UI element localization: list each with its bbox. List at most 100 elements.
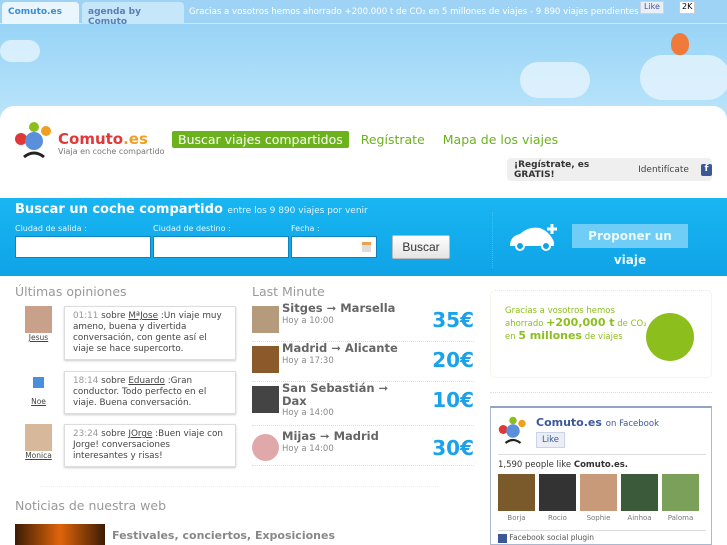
fan-name: Paloma [667,514,694,522]
last-minute-item[interactable]: San Sebastián ➞ Dax Hoy a 14:00 10€ [252,382,474,426]
fan-photo [498,474,535,511]
trip-route: San Sebastián ➞ Dax [282,381,389,408]
last-minute-item[interactable]: Mijas ➞ Madrid Hoy a 14:00 30€ [252,430,474,466]
driver-avatar [252,346,279,373]
facebook-icon[interactable]: f [700,163,712,176]
trip-route: Madrid ➞ Alicante [282,341,398,355]
top-bar: Comuto.es agenda by Comuto Gracias a vos… [0,0,727,27]
co2-line: ahorrado [505,319,544,329]
to-input[interactable] [153,236,289,258]
register-link[interactable]: ¡Regístrate, es GRATIS! [514,160,624,180]
fan-photo [621,474,658,511]
fan-name: Sophie [586,514,611,522]
trip-time: Hoy a 14:00 [282,408,334,418]
fan[interactable]: Borja [498,474,535,522]
opinion-user[interactable]: Monica [24,451,53,460]
divider [40,486,440,487]
search-panel: Buscar un coche compartido entre los 9 8… [0,198,727,276]
facebook-like-button[interactable]: Like [536,432,565,448]
fan-photo [539,474,576,511]
avatar[interactable] [25,306,52,333]
co2-message: Gracias a vosotros hemos ahorrado +200.0… [189,7,639,17]
fan[interactable]: Rocio [539,474,576,522]
comuto-logo-icon [15,122,51,159]
opinion-target[interactable]: Eduardo [128,376,165,386]
propose-trip-button[interactable]: Proponer un viaje [572,224,688,267]
facebook-icon [498,533,507,543]
trip-time: Hoy a 14:00 [282,444,334,454]
fan[interactable]: Paloma [662,474,699,522]
co2-highlight: 5 millones [518,329,582,342]
login-link[interactable]: Identifícate [638,165,689,175]
fan-name: Borja [507,514,526,522]
fan[interactable]: Ainhoa [621,474,658,522]
driver-avatar [252,434,279,461]
divider [498,454,706,455]
opinion-time: 18:14 [73,376,99,386]
cloud [640,55,727,100]
opinion-about: sobre [101,376,126,386]
avatar[interactable] [25,424,52,451]
opinion-target[interactable]: JOrge [128,429,152,439]
tab-comuto[interactable]: Comuto.es [2,2,79,24]
fan[interactable]: Sophie [580,474,617,522]
tab-agenda[interactable]: agenda by Comuto [82,2,184,27]
nav-buscar[interactable]: Buscar viajes compartidos [172,131,349,148]
fb-page-link[interactable]: Comuto.es [536,416,602,429]
like-count-text: 1,590 people like Comuto.es. [498,460,628,470]
calendar-icon[interactable] [362,242,371,252]
trip-price: 10€ [432,388,474,412]
last-minute-item[interactable]: Madrid ➞ Alicante Hoy a 17:30 20€ [252,342,474,382]
from-input[interactable] [15,236,151,258]
opinion-about: sobre [101,429,126,439]
fb-footer-text[interactable]: Facebook social plugin [509,533,594,542]
trip-time: Hoy a 10:00 [282,316,334,326]
brand-name[interactable]: Comuto.es [58,130,148,148]
opinion-user[interactable]: Jesus [24,333,53,342]
globe-icon [646,313,694,361]
driver-avatar [252,306,279,333]
fb-count: 1,590 people like [498,460,572,470]
co2-line: Gracias a vosotros hemos [505,306,615,316]
balloon-icon [671,33,689,55]
trip-route: Mijas ➞ Madrid [282,429,379,443]
co2-line: en [505,332,516,342]
trip-price: 30€ [432,436,474,460]
fan-photo [662,474,699,511]
car-add-icon [510,224,557,251]
to-label: Ciudad de destino : [153,224,231,233]
fan-faces: Borja Rocio Sophie Ainhoa Paloma [498,474,699,522]
last-minute-item[interactable]: Sitges ➞ Marsella Hoy a 10:00 35€ [252,302,474,342]
opinion-bubble: 01:11 sobre MªJose :Un viaje muy ameno, … [64,306,236,360]
opinion-time: 23:24 [73,429,99,439]
opinions-title: Últimas opiniones [15,284,127,299]
main-nav: Buscar viajes compartidos Regístrate Map… [172,131,564,148]
nav-registrate[interactable]: Regístrate [355,131,431,148]
opinion-about: sobre [101,311,126,321]
divider [490,392,712,393]
search-subtitle: entre los 9 890 viajes por venir [227,206,368,216]
co2-text: Gracias a vosotros hemos ahorrado +200,00… [505,305,647,343]
nav-mapa[interactable]: Mapa de los viajes [437,131,564,148]
co2-panel: Gracias a vosotros hemos ahorrado +200,00… [490,290,712,378]
trip-price: 20€ [432,348,474,372]
search-button[interactable]: Buscar [392,235,450,259]
last-minute-title: Last Minute [252,284,325,299]
co2-highlight: +200,000 t [546,316,615,329]
header: Comuto.es Viaja en coche compartido Busc… [0,106,727,198]
facebook-widget: Comuto.es on Facebook Like 1,590 people … [490,406,712,545]
news-image[interactable] [15,524,105,545]
avatar[interactable] [33,377,44,388]
like-count: 2K [679,1,696,14]
tab-label: Comuto.es [8,7,62,17]
date-label: Fecha : [291,224,320,233]
facebook-like-button[interactable]: Like [640,1,664,14]
trip-time: Hoy a 17:30 [282,356,334,366]
trip-route: Sitges ➞ Marsella [282,301,396,315]
news-item-title[interactable]: Festivales, conciertos, Exposiciones [112,529,335,542]
opinion-target[interactable]: MªJose [128,311,158,321]
opinion-user[interactable]: Noe [24,397,53,406]
fan-photo [580,474,617,511]
fan-name: Rocio [548,514,567,522]
fb-on: on Facebook [605,419,660,429]
